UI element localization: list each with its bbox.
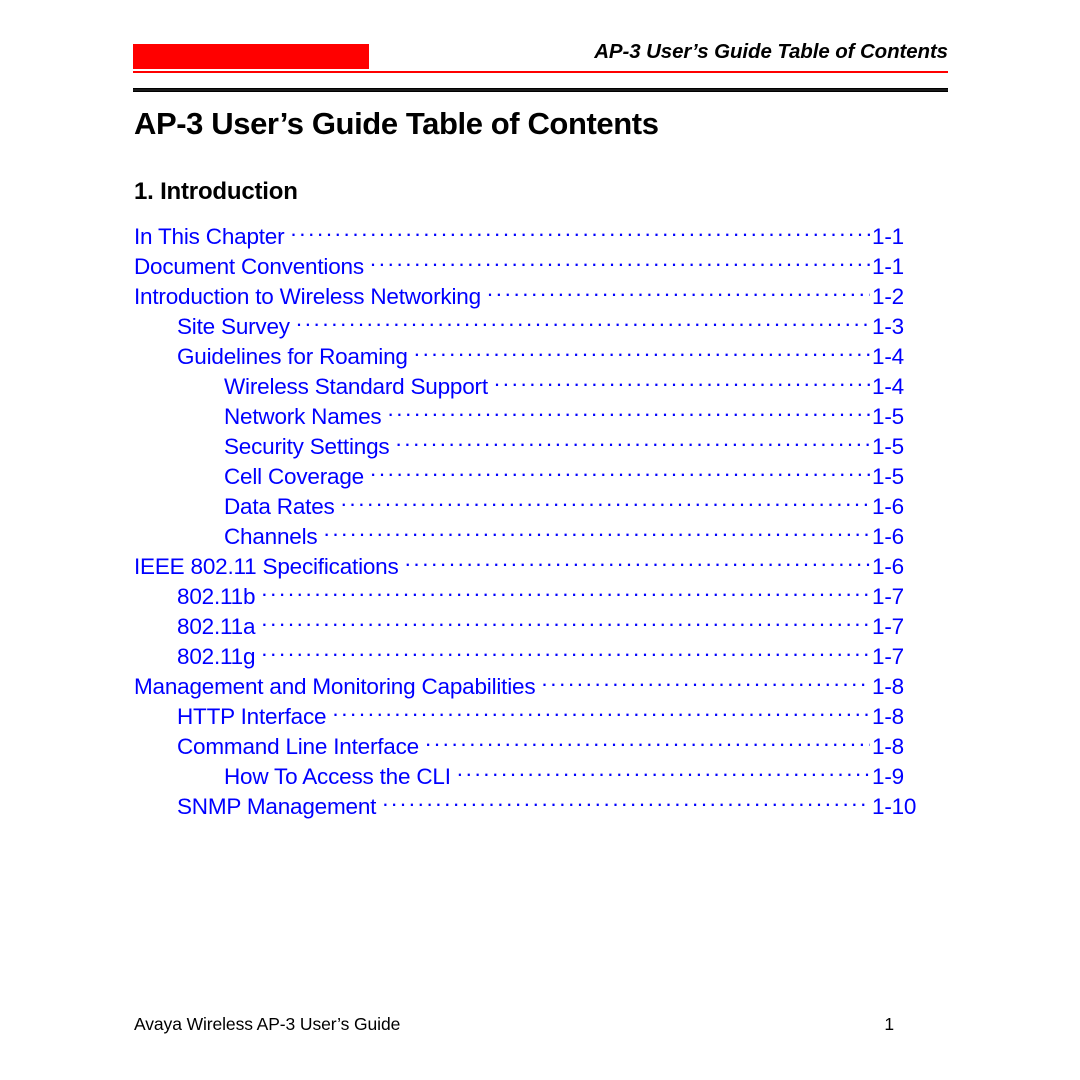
document-page: AP-3 User’s Guide Table of Contents AP-3… [0, 0, 1080, 1080]
toc-entry-page-number: 1-8 [872, 704, 904, 729]
toc-entry-label: 802.11g [177, 644, 256, 669]
toc-entry-page-number: 1-3 [872, 314, 904, 339]
header-red-rule [133, 71, 948, 73]
header-red-block [133, 44, 369, 69]
toc-dot-leader [494, 372, 870, 394]
footer-document-name: Avaya Wireless AP-3 User’s Guide [134, 1014, 401, 1034]
toc-dot-leader [370, 462, 870, 484]
toc-entry-page-number: 1-5 [872, 464, 904, 489]
toc-entry-label: HTTP Interface [177, 704, 327, 729]
toc-entry[interactable]: Management and Monitoring Capabilities 1-… [134, 672, 924, 702]
toc-entry-label: Document Conventions [134, 254, 364, 279]
toc-entry-page-number: 1-2 [872, 284, 904, 309]
running-header-title: AP-3 User’s Guide Table of Contents [594, 40, 948, 63]
toc-entry-label: Data Rates [224, 494, 335, 519]
toc-entry-label: 802.11a [177, 614, 256, 639]
chapter-heading: 1. Introduction [134, 178, 298, 205]
toc-entry-page-number: 1-6 [872, 494, 904, 519]
toc-entry-page-number: 1-5 [872, 404, 904, 429]
table-of-contents: In This Chapter 1-1 Document Conventions 1-… [134, 222, 924, 822]
toc-entry[interactable]: SNMP Management 1-10 [134, 792, 924, 822]
page-title: AP-3 User’s Guide Table of Contents [134, 106, 659, 141]
toc-dot-leader [323, 522, 870, 544]
toc-entry[interactable]: Data Rates 1-6 [134, 492, 924, 522]
toc-entry[interactable]: Security Settings 1-5 [134, 432, 924, 462]
toc-dot-leader [341, 492, 870, 514]
toc-dot-leader [541, 672, 870, 694]
toc-entry-page-number: 1-1 [872, 254, 904, 279]
toc-entry-page-number: 1-6 [872, 554, 904, 579]
toc-entry[interactable]: Introduction to Wireless Networking 1-2 [134, 282, 924, 312]
toc-entry-page-number: 1-9 [872, 764, 904, 789]
toc-entry-label: Security Settings [224, 434, 390, 459]
toc-entry-page-number: 1-6 [872, 524, 904, 549]
toc-dot-leader [425, 732, 870, 754]
toc-entry[interactable]: Cell Coverage 1-5 [134, 462, 924, 492]
toc-dot-leader [387, 402, 870, 424]
toc-entry[interactable]: Site Survey 1-3 [134, 312, 924, 342]
header-black-rule [133, 88, 948, 92]
toc-dot-leader [261, 642, 870, 664]
toc-entry[interactable]: Wireless Standard Support 1-4 [134, 372, 924, 402]
toc-entry-label: Management and Monitoring Capabilities [134, 674, 536, 699]
toc-dot-leader [414, 342, 870, 364]
toc-entry[interactable]: 802.11g 1-7 [134, 642, 924, 672]
toc-entry-page-number: 1-7 [872, 644, 904, 669]
toc-entry[interactable]: Document Conventions 1-1 [134, 252, 924, 282]
toc-entry-label: Introduction to Wireless Networking [134, 284, 481, 309]
toc-entry-page-number: 1-4 [872, 344, 904, 369]
toc-entry-page-number: 1-8 [872, 674, 904, 699]
toc-entry[interactable]: HTTP Interface 1-8 [134, 702, 924, 732]
toc-entry[interactable]: In This Chapter 1-1 [134, 222, 924, 252]
page-header: AP-3 User’s Guide Table of Contents [133, 40, 948, 96]
toc-entry-label: Network Names [224, 404, 382, 429]
toc-entry-page-number: 1-8 [872, 734, 904, 759]
toc-entry-label: Command Line Interface [177, 734, 419, 759]
toc-entry[interactable]: Channels 1-6 [134, 522, 924, 552]
toc-entry[interactable]: 802.11b 1-7 [134, 582, 924, 612]
toc-entry-label: Wireless Standard Support [224, 374, 488, 399]
toc-entry-label: How To Access the CLI [224, 764, 451, 789]
toc-entry[interactable]: 802.11a 1-7 [134, 612, 924, 642]
toc-dot-leader [395, 432, 870, 454]
toc-dot-leader [296, 312, 870, 334]
toc-dot-leader [332, 702, 870, 724]
toc-entry-label: In This Chapter [134, 224, 285, 249]
toc-dot-leader [457, 762, 870, 784]
toc-entry-label: Guidelines for Roaming [177, 344, 408, 369]
toc-entry-page-number: 1-5 [872, 434, 904, 459]
toc-entry[interactable]: How To Access the CLI 1-9 [134, 762, 924, 792]
toc-entry-page-number: 1-10 [872, 794, 917, 819]
footer-page-number: 1 [884, 1014, 894, 1034]
toc-entry-page-number: 1-1 [872, 224, 904, 249]
toc-entry-label: Site Survey [177, 314, 290, 339]
toc-dot-leader [487, 282, 870, 304]
toc-entry-label: 802.11b [177, 584, 256, 609]
page-footer: Avaya Wireless AP-3 User’s Guide 1 [134, 1014, 894, 1035]
toc-entry-page-number: 1-4 [872, 374, 904, 399]
toc-entry-label: IEEE 802.11 Specifications [134, 554, 399, 579]
toc-entry-label: SNMP Management [177, 794, 377, 819]
toc-dot-leader [261, 582, 870, 604]
toc-entry[interactable]: Command Line Interface 1-8 [134, 732, 924, 762]
toc-dot-leader [261, 612, 870, 634]
toc-dot-leader [370, 252, 870, 274]
toc-dot-leader [290, 222, 870, 244]
toc-dot-leader [405, 552, 870, 574]
toc-entry-label: Channels [224, 524, 318, 549]
toc-entry-label: Cell Coverage [224, 464, 364, 489]
toc-dot-leader [382, 792, 870, 814]
toc-entry-page-number: 1-7 [872, 614, 904, 639]
toc-entry[interactable]: IEEE 802.11 Specifications 1-6 [134, 552, 924, 582]
toc-entry[interactable]: Network Names 1-5 [134, 402, 924, 432]
toc-entry-page-number: 1-7 [872, 584, 904, 609]
toc-entry[interactable]: Guidelines for Roaming 1-4 [134, 342, 924, 372]
